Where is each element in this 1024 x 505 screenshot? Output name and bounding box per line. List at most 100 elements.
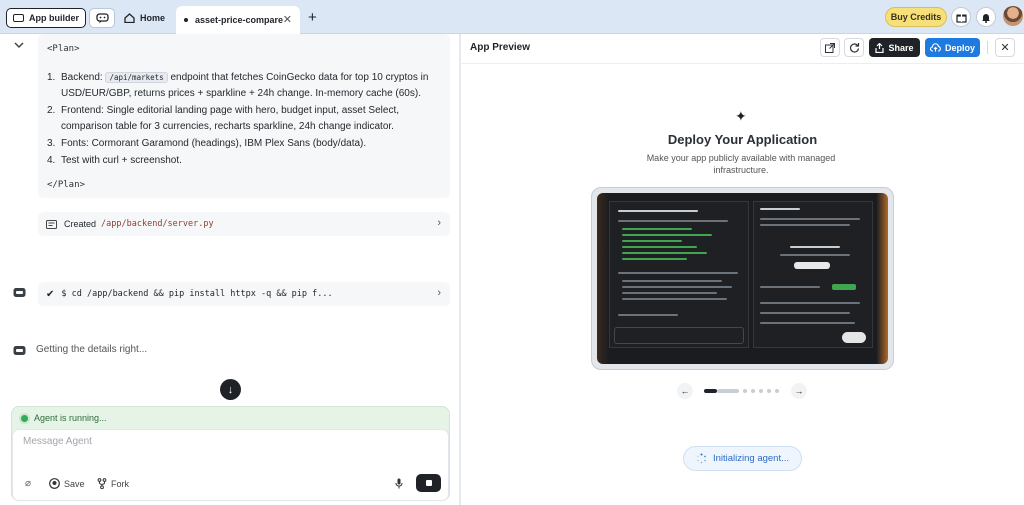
screenshot-content: [597, 193, 888, 364]
github-icon: [49, 478, 60, 489]
stop-button[interactable]: [416, 474, 441, 492]
attach-button[interactable]: ⌀: [25, 478, 31, 489]
gift-icon: [955, 14, 967, 23]
carousel-controls: ← →: [461, 383, 1024, 399]
inline-code: /api/markets: [105, 72, 168, 83]
refresh-button[interactable]: [844, 38, 864, 57]
chevron-right-icon: ›: [437, 287, 441, 299]
created-file-row[interactable]: Created /app/backend/server.py ›: [38, 212, 450, 236]
initializing-status: Initializing agent...: [683, 446, 802, 471]
chat-panel: <Plan> 1. Backend: /api/markets endpoint…: [0, 34, 460, 505]
toolbar-divider: [987, 41, 988, 54]
agent-robot-icon: [11, 343, 27, 357]
save-button[interactable]: Save: [49, 478, 85, 489]
save-label: Save: [64, 478, 85, 489]
close-preview-button[interactable]: ✕: [995, 38, 1015, 57]
share-button[interactable]: Share: [869, 38, 920, 57]
plan-item-prefix: Backend:: [61, 72, 103, 83]
message-area: ⌀ Save Fork: [12, 429, 449, 501]
plan-item-body: Test with curl + screenshot.: [61, 155, 182, 166]
plan-item-number: 3.: [47, 138, 56, 149]
tab-asset-price-compare[interactable]: asset-price-compare ✕: [176, 6, 300, 34]
plan-item: 1. Backend: /api/markets endpoint that f…: [47, 70, 447, 102]
home-icon: [124, 13, 135, 23]
close-tab-icon[interactable]: ✕: [283, 13, 292, 26]
arrow-left-icon: ←: [680, 386, 690, 396]
carousel-dot[interactable]: [767, 389, 771, 393]
carousel-prev-button[interactable]: ←: [677, 383, 693, 399]
carousel-dot[interactable]: [743, 389, 747, 393]
microphone-button[interactable]: [395, 478, 403, 489]
plan-item: 3. Fonts: Cormorant Garamond (headings),…: [47, 136, 447, 152]
carousel-next-button[interactable]: →: [791, 383, 807, 399]
command-row[interactable]: ✔ $ cd /app/backend && pip install httpx…: [38, 282, 450, 306]
check-icon: ✔: [46, 288, 55, 300]
paperclip-icon: ⌀: [25, 478, 32, 489]
scroll-down-button[interactable]: ↓: [220, 379, 241, 400]
agent-status-text: Agent is running...: [34, 413, 107, 423]
monitor-icon: [13, 14, 24, 22]
preview-header-divider: [461, 63, 1024, 64]
top-bar: App builder Home asset-price-compare ✕ +…: [0, 0, 1024, 34]
status-text: Getting the details right...: [36, 344, 148, 355]
deploy-subtext: Make your app publicly available with ma…: [646, 153, 836, 175]
created-file-path: /app/backend/server.py: [101, 219, 214, 229]
initializing-label: Initializing agent...: [712, 453, 790, 464]
carousel-dot[interactable]: [759, 389, 763, 393]
agent-status: Agent is running...: [21, 413, 107, 423]
carousel-dot[interactable]: [717, 389, 739, 393]
user-avatar[interactable]: [1003, 6, 1023, 26]
open-external-button[interactable]: [820, 38, 840, 57]
plan-list: 1. Backend: /api/markets endpoint that f…: [47, 70, 447, 170]
arrow-down-icon: ↓: [227, 383, 234, 396]
cloud-upload-icon: [929, 43, 941, 52]
sparkle-icon: ✦: [735, 108, 747, 124]
new-tab-icon[interactable]: +: [308, 9, 317, 26]
deploy-heading: Deploy Your Application: [667, 132, 818, 147]
plan-item-body: Fonts: Cormorant Garamond (headings), IB…: [61, 138, 367, 149]
arrow-right-icon: →: [794, 386, 804, 396]
carousel-dot-active[interactable]: [704, 389, 717, 393]
plan-item-number: 1.: [47, 72, 56, 83]
chevron-right-icon: ›: [437, 217, 441, 229]
chat-toggle-button[interactable]: [89, 8, 115, 28]
spinner-icon: [697, 453, 706, 464]
plan-item: 2. Frontend: Single editorial landing pa…: [47, 103, 447, 135]
tab-home[interactable]: Home: [124, 8, 165, 28]
file-icon: [46, 219, 57, 229]
gift-button[interactable]: [951, 7, 971, 27]
running-indicator: [21, 414, 28, 422]
plan-item-text: Backend: /api/markets endpoint that fetc…: [61, 70, 447, 102]
stop-icon: [425, 480, 432, 486]
plan-item-number: 2.: [47, 105, 56, 116]
preview-panel: App Preview Share Deploy ✕ ✦ Deploy Your…: [461, 34, 1024, 505]
share-label: Share: [888, 42, 914, 53]
carousel-dot[interactable]: [751, 389, 755, 393]
screenshot-chat-pane: [609, 201, 749, 348]
command-text: $ cd /app/backend && pip install httpx -…: [61, 289, 333, 299]
message-input[interactable]: [23, 436, 423, 447]
deploy-button[interactable]: Deploy: [925, 38, 980, 57]
tab-home-label: Home: [140, 13, 166, 23]
collapse-icon[interactable]: [11, 38, 27, 52]
fork-button[interactable]: Fork: [97, 478, 129, 489]
tab-active-label: asset-price-compare: [195, 15, 284, 25]
buy-credits-button[interactable]: Buy Credits: [885, 7, 947, 27]
bell-icon: [982, 13, 990, 23]
screenshot-preview-pane: [753, 201, 873, 348]
plan-item-number: 4.: [47, 155, 56, 166]
microphone-icon: [395, 478, 403, 489]
plan-open-tag: <Plan>: [47, 44, 80, 54]
app-builder-button[interactable]: App builder: [6, 8, 86, 28]
agent-composer: Agent is running... ⌀ Save Fork: [11, 406, 450, 501]
fork-label: Fork: [111, 478, 129, 489]
close-icon: ✕: [1000, 42, 1010, 54]
share-icon: [875, 42, 885, 53]
preview-title: App Preview: [470, 42, 531, 53]
plan-item-body: Frontend: Single editorial landing page …: [61, 105, 399, 132]
notifications-button[interactable]: [976, 7, 996, 27]
app-builder-label: App builder: [29, 13, 79, 23]
agent-robot-icon: [11, 285, 27, 299]
created-label: Created: [64, 219, 97, 229]
carousel-dot[interactable]: [775, 389, 779, 393]
